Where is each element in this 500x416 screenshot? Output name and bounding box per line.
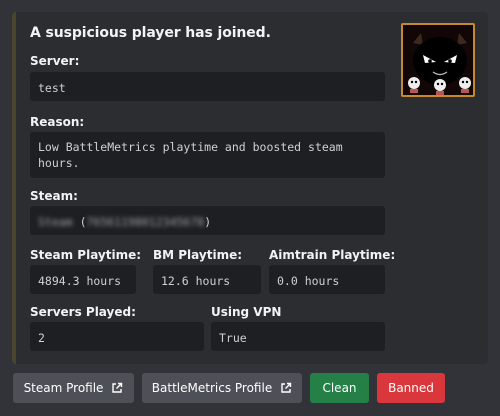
- servers-played-label: Servers Played:: [30, 305, 136, 319]
- steam-profile-button[interactable]: Steam Profile: [13, 373, 134, 403]
- embed-title: A suspicious player has joined.: [30, 25, 271, 41]
- aimtrain-playtime-value: 0.0 hours: [269, 265, 385, 294]
- battlemetrics-profile-label: BattleMetrics Profile: [151, 381, 273, 395]
- using-vpn-label: Using VPN: [211, 305, 282, 319]
- aimtrain-playtime-label: Aimtrain Playtime:: [269, 248, 396, 262]
- servers-played-value: 2: [30, 322, 204, 351]
- steam-name: Steam: [38, 215, 73, 229]
- black-cat-avatar-icon: [403, 25, 473, 95]
- avatar-thumbnail: [401, 23, 475, 97]
- battlemetrics-profile-button[interactable]: BattleMetrics Profile: [142, 373, 302, 403]
- steam-value: Steam (76561198012345678): [30, 206, 385, 235]
- external-link-icon: [281, 382, 292, 393]
- clean-label: Clean: [322, 381, 357, 395]
- server-label: Server:: [30, 54, 80, 68]
- clean-button[interactable]: Clean: [310, 373, 369, 403]
- suspicious-player-embed: A suspicious player has joined. Server: …: [12, 12, 488, 364]
- steam-id: 76561198012345678: [86, 215, 205, 229]
- banned-button[interactable]: Banned: [377, 373, 445, 403]
- reason-value: Low BattleMetrics playtime and boosted s…: [30, 132, 385, 178]
- bm-playtime-label: BM Playtime:: [153, 248, 243, 262]
- reason-label: Reason:: [30, 115, 85, 129]
- bm-playtime-value: 12.6 hours: [153, 265, 261, 294]
- banned-label: Banned: [388, 381, 434, 395]
- steam-playtime-value: 4894.3 hours: [30, 265, 136, 294]
- using-vpn-value: True: [211, 322, 385, 351]
- steam-profile-label: Steam Profile: [23, 381, 104, 395]
- steam-label: Steam:: [30, 189, 78, 203]
- server-value: test: [30, 72, 385, 101]
- external-link-icon: [112, 382, 123, 393]
- steam-playtime-label: Steam Playtime:: [30, 248, 142, 262]
